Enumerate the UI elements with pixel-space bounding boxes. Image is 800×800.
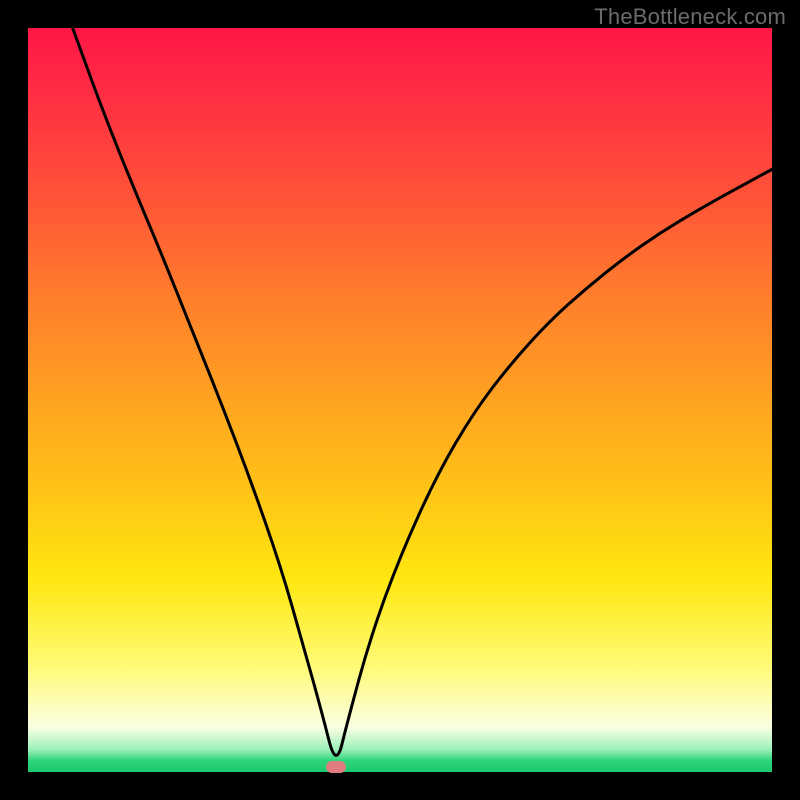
- chart-frame: TheBottleneck.com: [0, 0, 800, 800]
- watermark-text: TheBottleneck.com: [594, 4, 786, 30]
- plot-area: [28, 28, 772, 772]
